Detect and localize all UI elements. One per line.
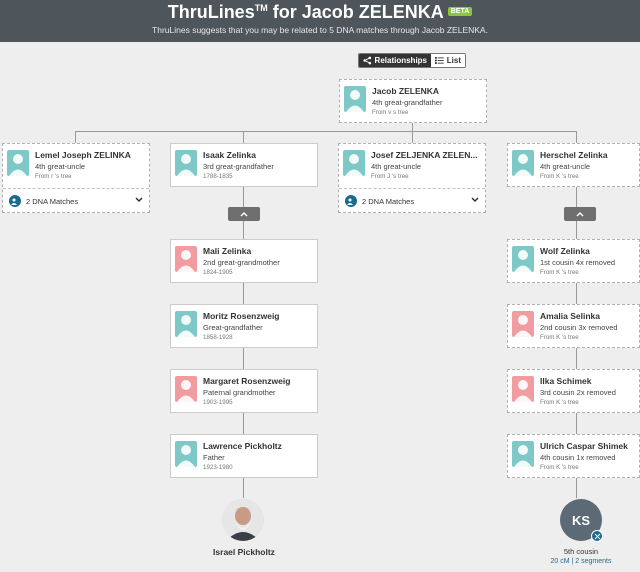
view-toggle: Relationships List xyxy=(358,53,466,68)
child-card[interactable]: Lemel Joseph ZELINKA 4th great-uncle Fro… xyxy=(2,143,150,213)
ancestor-card[interactable]: Jacob ZELENKA 4th great-grandfather From… xyxy=(339,79,487,123)
list-view-button[interactable]: List xyxy=(431,54,465,67)
beta-badge: BETA xyxy=(447,6,473,16)
chevron-down-icon xyxy=(471,197,479,203)
child-card[interactable]: Isaak Zelinka 3rd great-grandfather 1788… xyxy=(170,143,318,187)
connector-line xyxy=(243,131,244,143)
match-line-card[interactable]: Amalia Selinka 2nd cousin 3x removed Fro… xyxy=(507,304,640,348)
child-card[interactable]: Josef ZELJENKA ZELEN... 4th great-uncle … xyxy=(338,143,486,213)
tree-icon xyxy=(363,56,372,65)
person-avatar-icon xyxy=(512,246,534,272)
person-avatar-icon xyxy=(175,311,197,337)
relationships-view-button[interactable]: Relationships xyxy=(359,54,431,67)
person-avatar-icon xyxy=(344,86,366,112)
connector-line xyxy=(75,131,76,143)
page-title: ThruLinesTM for Jacob ZELENKA BETA xyxy=(0,2,640,23)
page-subtitle: ThruLines suggests that you may be relat… xyxy=(152,25,488,35)
chevron-up-icon xyxy=(240,211,248,217)
page-header: ThruLinesTM for Jacob ZELENKA BETA ThruLi… xyxy=(0,0,640,42)
ancestor-line-card[interactable]: Mali Zelinka 2nd great-grandmother 1824-… xyxy=(170,239,318,283)
connector-line xyxy=(412,123,413,131)
connector-line xyxy=(576,131,577,143)
dna-matches-toggle[interactable]: 2 DNA Matches xyxy=(339,188,485,213)
person-avatar-icon xyxy=(7,150,29,176)
ancestor-line-card[interactable]: Margaret Rosenzweig Paternal grandmother… xyxy=(170,369,318,413)
collapse-button[interactable] xyxy=(228,207,260,221)
dna-match-icon xyxy=(9,195,21,207)
profile-photo[interactable] xyxy=(222,499,264,541)
connector-line xyxy=(75,131,576,132)
match-line-card[interactable]: Wolf Zelinka 1st cousin 4x removed From … xyxy=(507,239,640,283)
match-line-card[interactable]: Ulrich Caspar Shimek 4th cousin 1x remov… xyxy=(507,434,640,478)
chevron-up-icon xyxy=(576,211,584,217)
person-avatar-icon xyxy=(175,376,197,402)
person-avatar-icon xyxy=(512,441,534,467)
match-relation: 5th cousin xyxy=(563,547,599,556)
match-shared-dna-link[interactable]: 20 cM | 2 segments xyxy=(530,558,632,565)
match-line-card[interactable]: Ilka Schimek 3rd cousin 2x removed From … xyxy=(507,369,640,413)
list-icon xyxy=(435,56,444,65)
dna-matches-toggle[interactable]: 2 DNA Matches xyxy=(3,188,149,213)
person-avatar-icon xyxy=(512,311,534,337)
person-avatar-icon xyxy=(175,246,197,272)
self-name: Israel Pickholtz xyxy=(213,547,275,557)
ancestor-line-card[interactable]: Lawrence Pickholtz Father 1923-1980 xyxy=(170,434,318,478)
dna-badge-icon xyxy=(591,530,603,542)
connector-line xyxy=(412,131,413,143)
chevron-down-icon xyxy=(135,197,143,203)
dna-match-icon xyxy=(345,195,357,207)
child-card[interactable]: Herschel Zelinka 4th great-uncle From K … xyxy=(507,143,640,187)
person-avatar-icon xyxy=(512,376,534,402)
person-avatar-icon xyxy=(175,150,197,176)
person-avatar-icon xyxy=(512,150,534,176)
person-avatar-icon xyxy=(175,441,197,467)
ancestor-line-card[interactable]: Moritz Rosenzweig Great-grandfather 1858… xyxy=(170,304,318,348)
collapse-button[interactable] xyxy=(564,207,596,221)
person-avatar-icon xyxy=(343,150,365,176)
